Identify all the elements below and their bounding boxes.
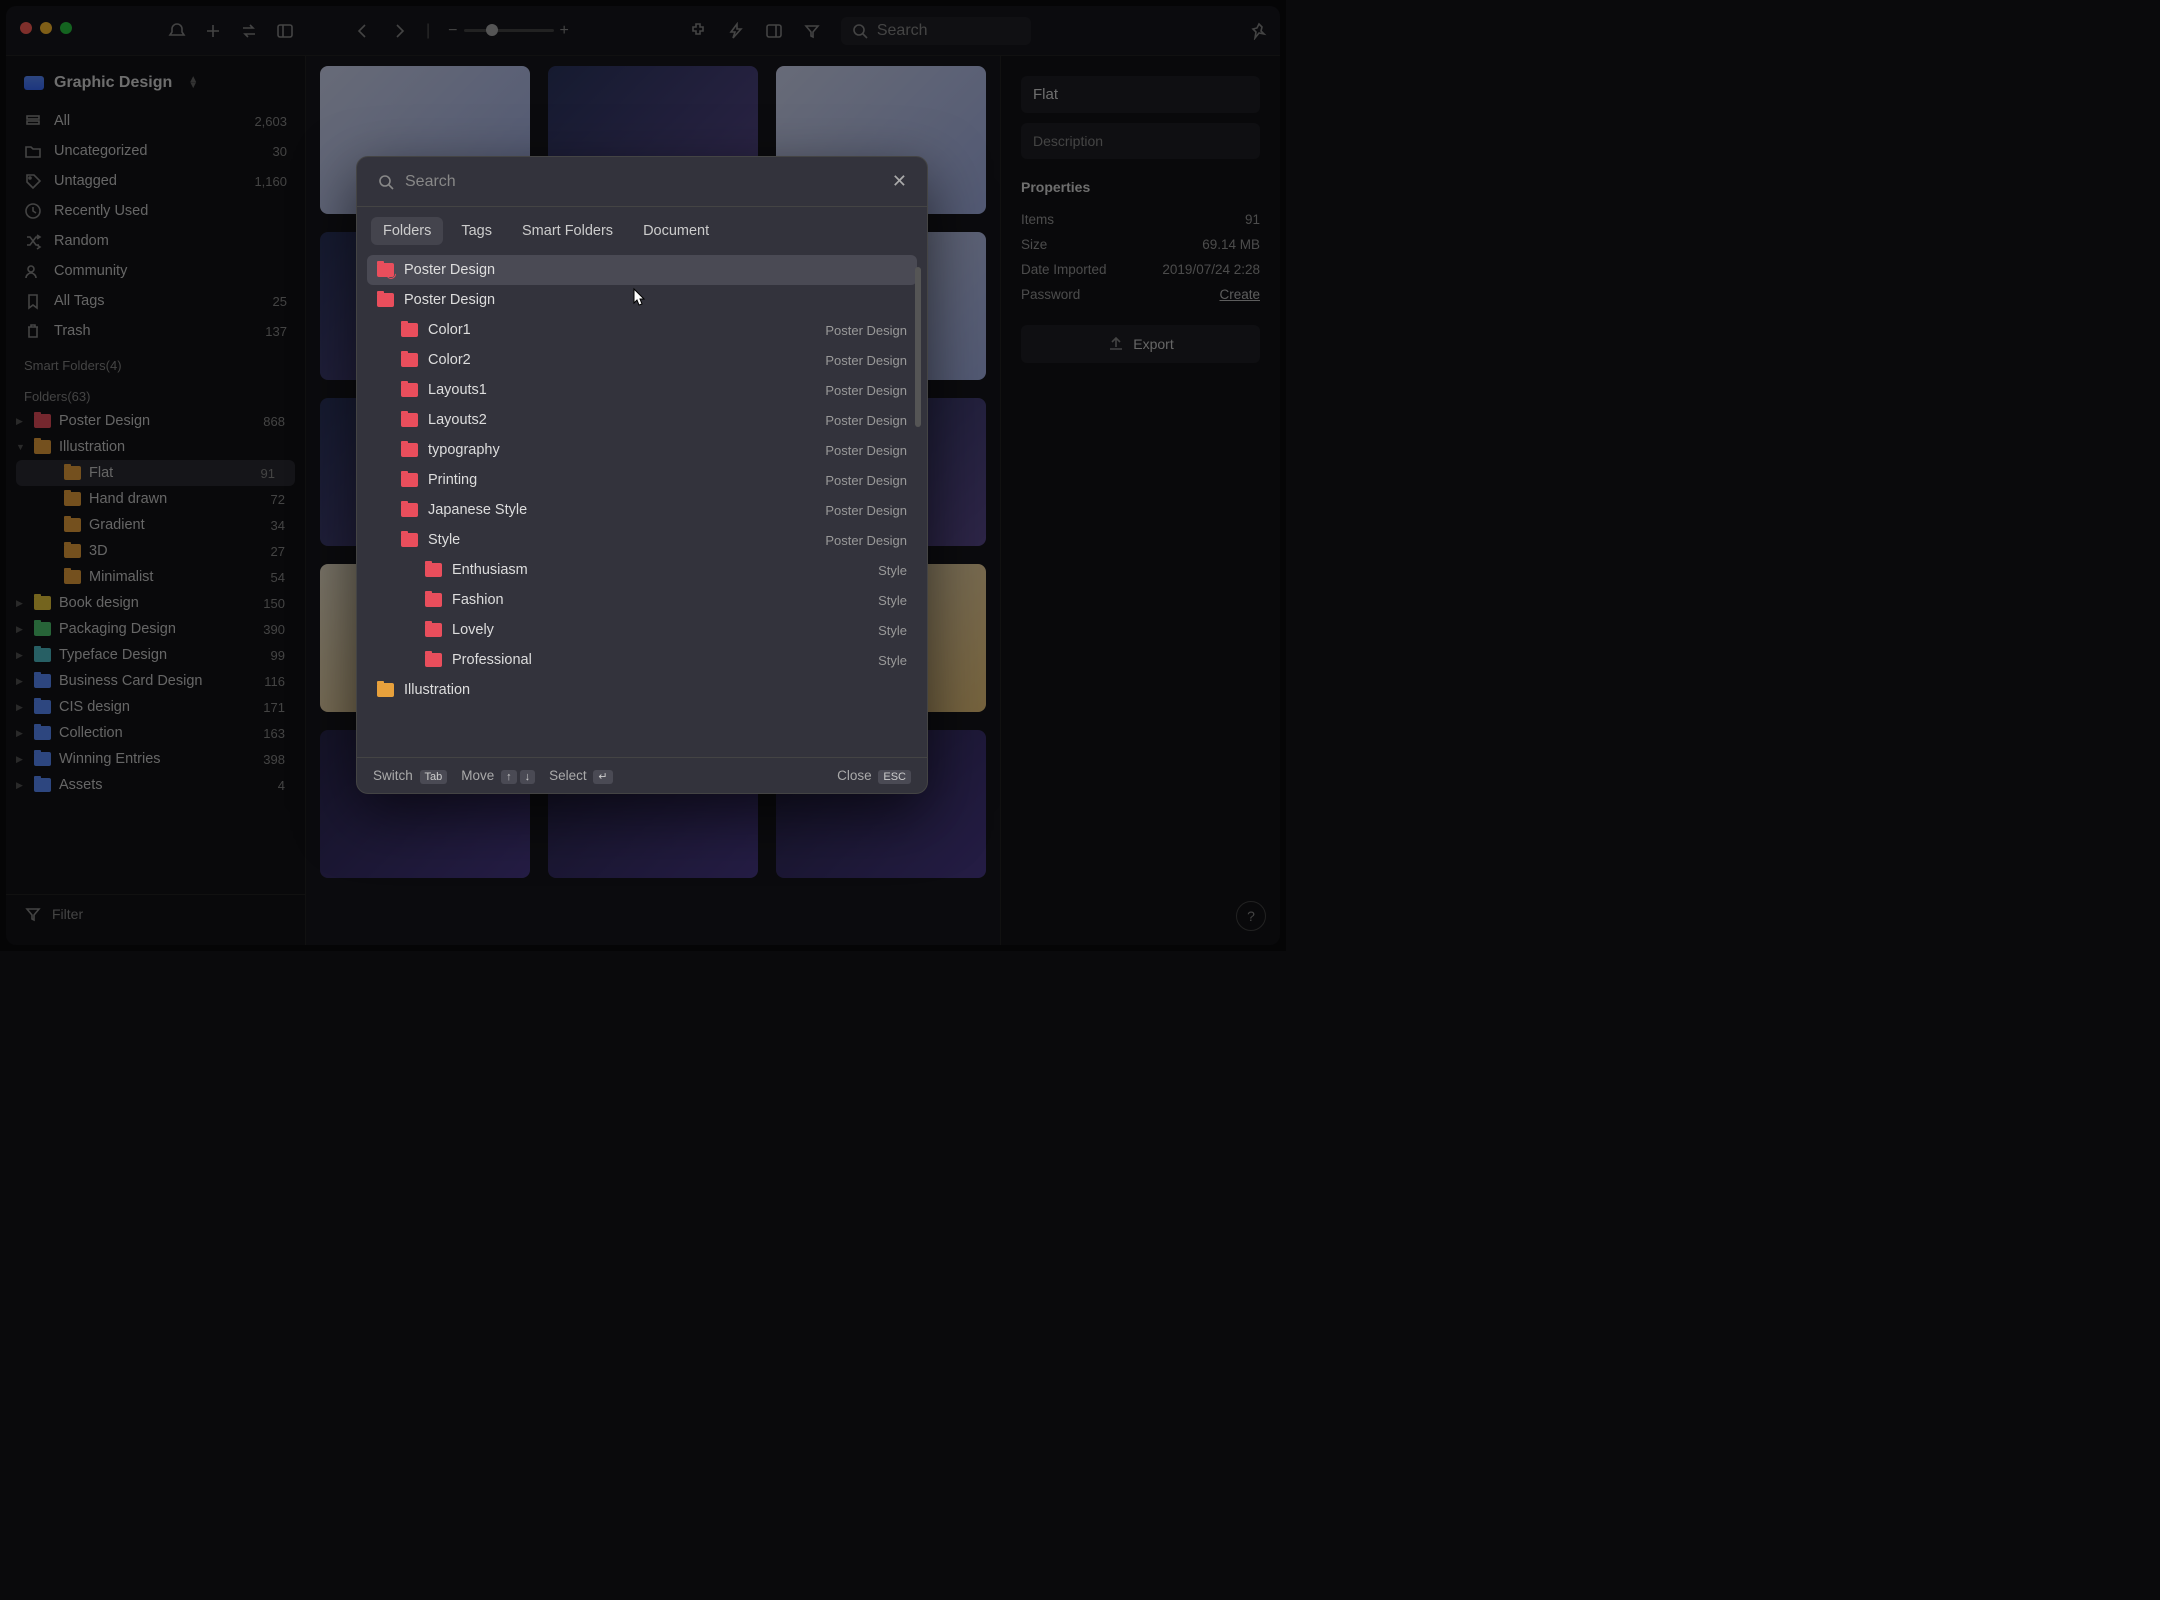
modal-folder-row[interactable]: Layouts1 Poster Design [367, 375, 917, 405]
modal-row-label: Poster Design [404, 262, 495, 278]
modal-folder-row[interactable]: Poster Design [367, 255, 917, 285]
modal-row-parent: Poster Design [825, 353, 907, 368]
modal-row-label: Color2 [428, 352, 471, 368]
folder-icon [401, 443, 418, 457]
modal-tab-folders[interactable]: Folders [371, 217, 443, 245]
hint-switch: Switch Tab [373, 768, 447, 783]
modal-tab-document[interactable]: Document [631, 217, 721, 245]
modal-search-input[interactable] [405, 173, 882, 191]
modal-row-label: typography [428, 442, 500, 458]
modal-row-label: Japanese Style [428, 502, 527, 518]
search-icon [377, 173, 395, 191]
folder-icon [401, 413, 418, 427]
folder-icon [401, 353, 418, 367]
modal-row-label: Layouts2 [428, 412, 487, 428]
modal-row-parent: Poster Design [825, 383, 907, 398]
modal-folder-row[interactable]: Enthusiasm Style [367, 555, 917, 585]
modal-row-parent: Style [878, 593, 907, 608]
modal-row-parent: Poster Design [825, 323, 907, 338]
modal-folder-row[interactable]: Color1 Poster Design [367, 315, 917, 345]
folder-icon [401, 383, 418, 397]
folder-icon [425, 653, 442, 667]
folder-icon [377, 683, 394, 697]
folder-icon [401, 503, 418, 517]
modal-folder-row[interactable]: Professional Style [367, 645, 917, 675]
modal-tab-smart-folders[interactable]: Smart Folders [510, 217, 625, 245]
folder-icon [377, 293, 394, 307]
modal-row-label: Professional [452, 652, 532, 668]
modal-row-label: Fashion [452, 592, 504, 608]
folder-icon [401, 323, 418, 337]
folder-icon [425, 593, 442, 607]
modal-row-label: Layouts1 [428, 382, 487, 398]
modal-row-parent: Poster Design [825, 443, 907, 458]
modal-row-label: Style [428, 532, 460, 548]
modal-folder-row[interactable]: Illustration [367, 675, 917, 705]
modal-row-label: Lovely [452, 622, 494, 638]
hint-close: Close ESC [837, 768, 911, 783]
modal-row-label: Printing [428, 472, 477, 488]
quick-search-modal: ✕ FoldersTagsSmart FoldersDocument Poste… [356, 156, 928, 794]
modal-close-button[interactable]: ✕ [892, 171, 907, 192]
modal-folder-row[interactable]: Printing Poster Design [367, 465, 917, 495]
modal-folder-row[interactable]: typography Poster Design [367, 435, 917, 465]
modal-footer: Switch Tab Move ↑↓ Select ↵ Close ESC [357, 757, 927, 793]
modal-row-parent: Style [878, 563, 907, 578]
folder-icon [401, 533, 418, 547]
folder-icon [401, 473, 418, 487]
modal-row-parent: Poster Design [825, 473, 907, 488]
modal-row-parent: Poster Design [825, 533, 907, 548]
modal-row-label: Enthusiasm [452, 562, 528, 578]
modal-row-parent: Poster Design [825, 413, 907, 428]
modal-folder-row[interactable]: Japanese Style Poster Design [367, 495, 917, 525]
hint-move: Move ↑↓ [461, 768, 535, 783]
modal-row-label: Poster Design [404, 292, 495, 308]
modal-row-parent: Poster Design [825, 503, 907, 518]
modal-scrollbar[interactable] [915, 267, 921, 427]
modal-tab-tags[interactable]: Tags [449, 217, 504, 245]
modal-row-parent: Style [878, 653, 907, 668]
modal-folder-row[interactable]: Color2 Poster Design [367, 345, 917, 375]
cursor-pointer-icon [630, 287, 648, 309]
modal-row-label: Illustration [404, 682, 470, 698]
modal-row-parent: Style [878, 623, 907, 638]
modal-folder-row[interactable]: Layouts2 Poster Design [367, 405, 917, 435]
folder-icon [425, 623, 442, 637]
modal-folder-row[interactable]: Lovely Style [367, 615, 917, 645]
folder-icon [425, 563, 442, 577]
modal-row-label: Color1 [428, 322, 471, 338]
hint-select: Select ↵ [549, 768, 613, 783]
folder-icon [377, 263, 394, 277]
modal-folder-row[interactable]: Style Poster Design [367, 525, 917, 555]
modal-folder-row[interactable]: Fashion Style [367, 585, 917, 615]
